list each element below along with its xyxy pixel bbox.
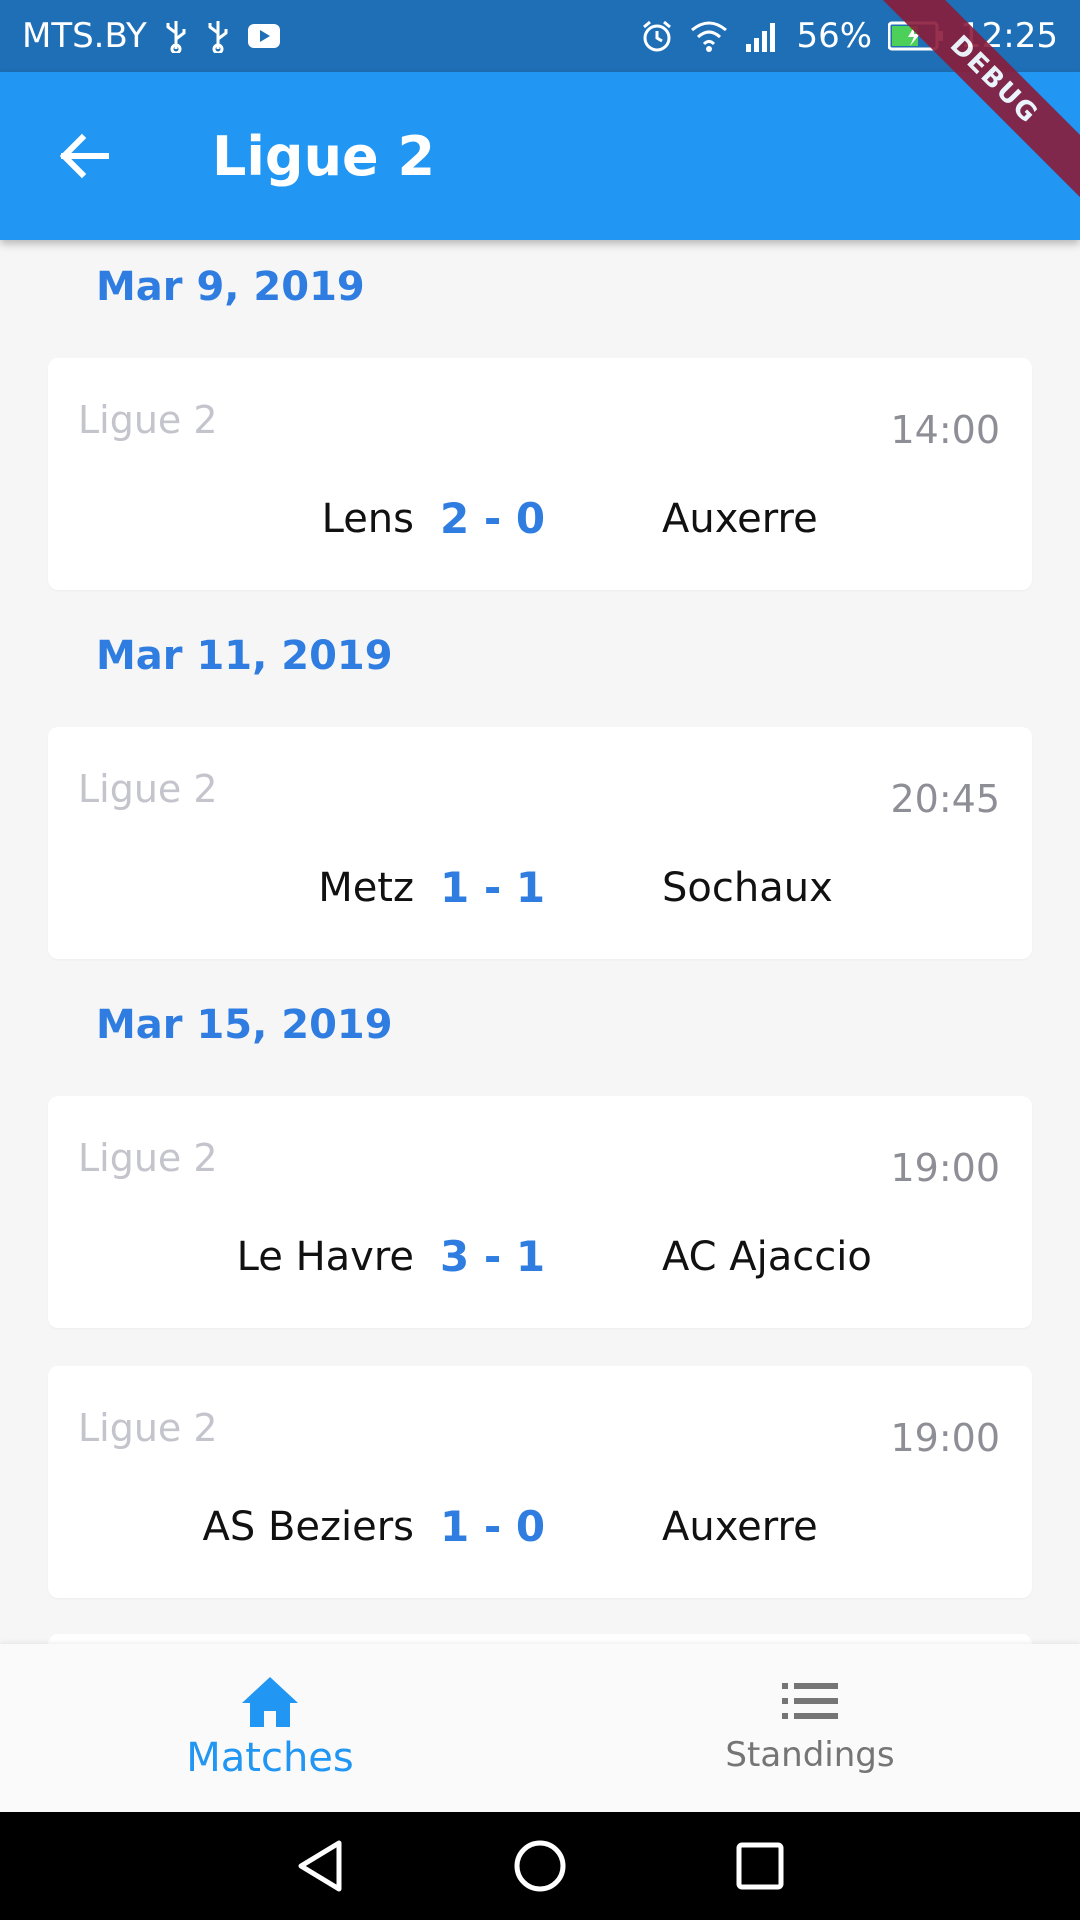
date-header: Mar 9, 2019 — [96, 264, 365, 310]
alarm-icon — [640, 19, 674, 53]
system-home-button[interactable] — [505, 1831, 575, 1901]
match-score: 1 - 0 — [440, 1502, 546, 1551]
league-name: Ligue 2 — [78, 398, 218, 442]
date-header: Mar 15, 2019 — [96, 1002, 393, 1048]
usb-icon — [205, 19, 231, 53]
status-left: MTS.BY — [22, 16, 281, 56]
system-back-button[interactable] — [285, 1831, 355, 1901]
match-card[interactable] — [48, 1634, 1032, 1644]
youtube-icon — [247, 23, 281, 49]
match-time: 19:00 — [890, 1146, 1000, 1190]
match-time: 20:45 — [890, 777, 1000, 821]
match-card[interactable]: Ligue 2 14:00 Lens 2 - 0 Auxerre — [48, 358, 1032, 590]
date-header: Mar 11, 2019 — [96, 633, 393, 679]
nav-label-matches: Matches — [186, 1735, 354, 1781]
page-title: Ligue 2 — [212, 124, 436, 188]
home-team: AS Beziers — [202, 1504, 414, 1550]
home-team: Metz — [318, 865, 414, 911]
list-icon — [782, 1683, 838, 1719]
match-score: 1 - 1 — [440, 863, 546, 912]
app-bar: Ligue 2 — [0, 72, 1080, 240]
away-team: AC Ajaccio — [662, 1234, 872, 1280]
arrow-back-icon — [59, 133, 109, 179]
square-recents-icon — [736, 1842, 784, 1890]
away-team: Sochaux — [662, 865, 833, 911]
circle-home-icon — [514, 1840, 566, 1892]
match-card[interactable]: Ligue 2 20:45 Metz 1 - 1 Sochaux — [48, 727, 1032, 959]
match-card[interactable]: Ligue 2 19:00 Le Havre 3 - 1 AC Ajaccio — [48, 1096, 1032, 1328]
system-navigation-bar — [0, 1812, 1080, 1920]
system-recents-button[interactable] — [725, 1831, 795, 1901]
nav-label-standings: Standings — [725, 1735, 895, 1775]
nav-item-standings[interactable]: Standings — [540, 1644, 1080, 1812]
home-team: Le Havre — [236, 1234, 414, 1280]
usb-icon — [163, 19, 189, 53]
carrier-label: MTS.BY — [22, 16, 147, 56]
battery-percent: 56% — [796, 16, 873, 56]
match-time: 19:00 — [890, 1416, 1000, 1460]
away-team: Auxerre — [662, 1504, 818, 1550]
home-icon — [242, 1677, 298, 1727]
wifi-icon — [690, 20, 728, 52]
league-name: Ligue 2 — [78, 1406, 218, 1450]
triangle-back-icon — [298, 1840, 342, 1892]
away-team: Auxerre — [662, 496, 818, 542]
nav-item-matches[interactable]: Matches — [0, 1644, 540, 1812]
match-time: 14:00 — [890, 408, 1000, 452]
matches-list[interactable]: Mar 9, 2019 Ligue 2 14:00 Lens 2 - 0 Aux… — [0, 240, 1080, 1644]
match-score: 3 - 1 — [440, 1232, 546, 1281]
match-card[interactable]: Ligue 2 19:00 AS Beziers 1 - 0 Auxerre — [48, 1366, 1032, 1598]
match-score: 2 - 0 — [440, 494, 546, 543]
league-name: Ligue 2 — [78, 1136, 218, 1180]
home-team: Lens — [321, 496, 414, 542]
bottom-navigation: Matches Standings — [0, 1644, 1080, 1812]
signal-icon — [744, 20, 780, 52]
back-button[interactable] — [36, 108, 132, 204]
league-name: Ligue 2 — [78, 767, 218, 811]
